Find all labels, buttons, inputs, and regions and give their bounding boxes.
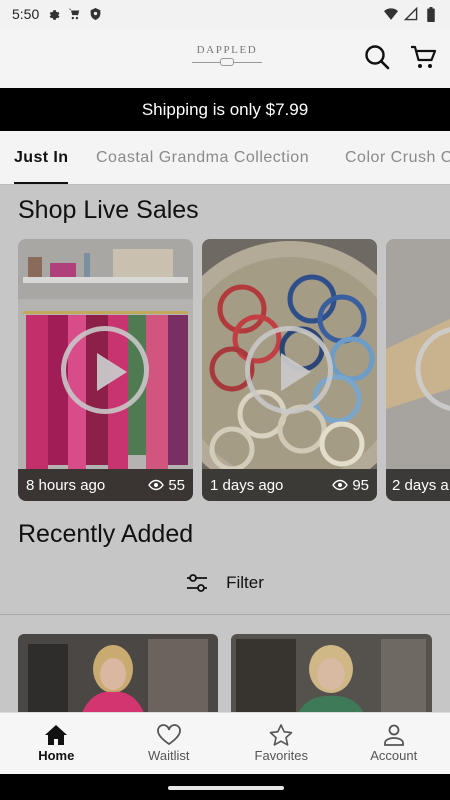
live-sale-card[interactable]: 2 days a (386, 239, 450, 501)
nav-favorites[interactable]: Favorites (225, 713, 338, 774)
live-sale-card[interactable]: 8 hours ago 55 (18, 239, 193, 501)
nav-home-label: Home (38, 748, 75, 763)
battery-icon (424, 6, 438, 22)
product-thumbnail (231, 634, 432, 724)
tab-just-in[interactable]: Just In (14, 131, 69, 184)
nav-home[interactable]: Home (0, 713, 113, 774)
live-sale-thumbnail (386, 239, 450, 501)
live-sale-time: 8 hours ago (26, 476, 106, 494)
status-time: 5:50 (12, 6, 40, 22)
views-count: 55 (148, 477, 185, 494)
wifi-icon (384, 7, 398, 21)
eye-icon (332, 479, 349, 491)
live-sale-footer: 2 days a (386, 469, 450, 501)
cart-icon (411, 45, 437, 68)
eye-icon (148, 479, 165, 491)
shipping-banner: Shipping is only $7.99 (0, 88, 450, 131)
cart-button[interactable] (408, 42, 438, 72)
shipping-banner-text: Shipping is only $7.99 (141, 99, 309, 119)
filter-label: Filter (226, 573, 264, 592)
app-header: DAPPLED (0, 28, 450, 88)
settings-icon (46, 7, 60, 21)
collection-tabs: Just In Coastal Grandma Collection Color… (0, 131, 450, 185)
live-sales-title: Shop Live Sales (18, 196, 199, 224)
star-icon (269, 724, 293, 746)
logo-text: DAPPLED (196, 44, 258, 56)
gesture-bar (0, 774, 450, 800)
play-icon[interactable] (61, 326, 149, 414)
section-divider (0, 614, 450, 615)
nav-waitlist-label: Waitlist (148, 748, 190, 763)
live-sale-time: 2 days a (392, 476, 449, 494)
search-button[interactable] (362, 42, 392, 72)
shield-icon (88, 7, 102, 21)
product-thumbnail (18, 634, 218, 724)
nav-favorites-label: Favorites (254, 748, 308, 763)
views-value: 55 (168, 476, 185, 494)
product-card[interactable] (231, 634, 432, 724)
bottom-navigation: Home Waitlist Favorites Account (0, 712, 450, 774)
product-card[interactable] (18, 634, 218, 724)
nav-waitlist[interactable]: Waitlist (113, 713, 226, 774)
tab-coastal-grandma-collection[interactable]: Coastal Grandma Collection (96, 131, 309, 184)
live-sale-card[interactable]: 1 days ago 95 (202, 239, 377, 501)
home-icon (45, 725, 68, 745)
logo-ornament (192, 58, 262, 66)
live-sale-footer: 8 hours ago 55 (18, 469, 193, 501)
nav-account[interactable]: Account (338, 713, 450, 774)
views-value: 95 (352, 476, 369, 494)
filter-button[interactable]: Filter (0, 566, 450, 600)
brand-logo[interactable]: DAPPLED (192, 44, 262, 66)
filter-sliders-icon (187, 574, 208, 592)
home-indicator[interactable] (168, 786, 284, 790)
heart-icon (156, 724, 181, 746)
signal-icon (404, 7, 418, 21)
person-icon (383, 724, 404, 746)
play-icon[interactable] (245, 326, 333, 414)
status-bar: 5:50 (0, 0, 450, 28)
views-count: 95 (332, 477, 369, 494)
cart-status-icon (67, 7, 81, 21)
nav-account-label: Account (370, 748, 418, 763)
recently-added-title: Recently Added (18, 520, 194, 548)
live-sale-footer: 1 days ago 95 (202, 469, 377, 501)
live-sale-time: 1 days ago (210, 476, 284, 494)
search-icon (365, 45, 390, 70)
tab-color-crush[interactable]: Color Crush C (345, 131, 450, 184)
